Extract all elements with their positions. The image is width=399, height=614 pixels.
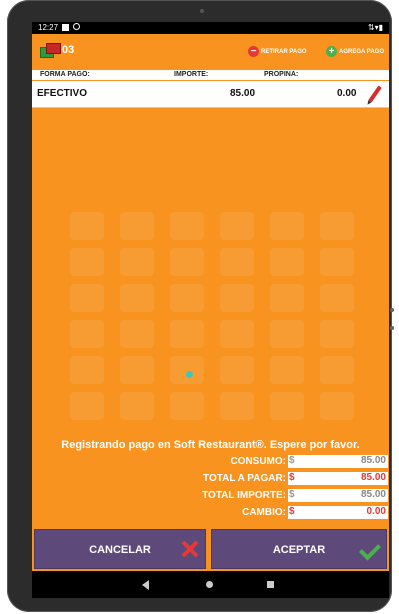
total-importe-field: $ 85.00 bbox=[288, 489, 388, 502]
battery-wifi-icon: ⇅▾▮ bbox=[367, 23, 383, 32]
remove-payment-label: RETIRAR PAGO bbox=[261, 48, 307, 55]
add-payment-button[interactable]: + AGREGA PAGO bbox=[326, 46, 384, 57]
col-method: FORMA PAGO: bbox=[40, 71, 90, 78]
payment-money-icon bbox=[40, 43, 61, 58]
touch-indicator bbox=[186, 371, 193, 378]
sync-icon bbox=[73, 23, 80, 30]
cancel-button[interactable]: CANCELAR bbox=[34, 529, 206, 569]
table-number: 03 bbox=[62, 44, 75, 56]
total-importe-label: TOTAL IMPORTE: bbox=[202, 490, 286, 501]
tablet-frame: 12:27 ⇅▾▮ 03 − RETIRAR PAGO + AGREGA PAG… bbox=[7, 0, 394, 612]
edit-pencil-icon[interactable] bbox=[368, 85, 382, 103]
total-importe-row: TOTAL IMPORTE: $ 85.00 bbox=[32, 489, 389, 502]
plus-icon: + bbox=[326, 46, 337, 57]
payment-tip: 0.00 bbox=[337, 88, 357, 99]
col-tip: PROPINA: bbox=[264, 71, 299, 78]
recents-icon[interactable] bbox=[267, 581, 274, 588]
consumo-label: CONSUMO: bbox=[230, 456, 286, 467]
total-pagar-label: TOTAL A PAGAR: bbox=[203, 473, 286, 484]
action-bar: CANCELAR ACEPTAR bbox=[32, 527, 389, 571]
accept-button[interactable]: ACEPTAR bbox=[211, 529, 387, 569]
side-sensor bbox=[390, 308, 394, 312]
minus-icon: − bbox=[248, 46, 259, 57]
check-icon bbox=[359, 538, 381, 561]
add-payment-label: AGREGA PAGO bbox=[339, 48, 385, 55]
totals-panel: CONSUMO: $ 85.00 TOTAL A PAGAR: $ 85.00 … bbox=[32, 455, 389, 525]
total-pagar-field: $ 85.00 bbox=[288, 472, 388, 485]
home-icon[interactable] bbox=[206, 581, 213, 588]
consumo-row: CONSUMO: $ 85.00 bbox=[32, 455, 389, 468]
remove-payment-button[interactable]: − RETIRAR PAGO bbox=[248, 46, 307, 57]
status-time: 12:27 bbox=[38, 23, 59, 32]
payment-method: EFECTIVO bbox=[37, 88, 88, 99]
front-camera bbox=[200, 9, 204, 13]
payment-row[interactable]: EFECTIVO 85.00 0.00 bbox=[32, 81, 389, 108]
col-amount: IMPORTE: bbox=[174, 71, 209, 78]
food-pattern-background bbox=[32, 212, 389, 426]
screen: 12:27 ⇅▾▮ 03 − RETIRAR PAGO + AGREGA PAG… bbox=[32, 22, 389, 598]
cambio-field: $ 0.00 bbox=[288, 506, 388, 519]
android-nav-bar bbox=[32, 571, 389, 598]
total-pagar-row: TOTAL A PAGAR: $ 85.00 bbox=[32, 472, 389, 485]
payment-column-headers: FORMA PAGO: IMPORTE: PROPINA: bbox=[32, 70, 389, 80]
notification-icon bbox=[62, 24, 69, 31]
payment-amount: 85.00 bbox=[230, 88, 256, 99]
close-icon bbox=[181, 540, 199, 558]
consumo-field: $ 85.00 bbox=[288, 455, 388, 468]
cancel-label: CANCELAR bbox=[89, 544, 151, 556]
payment-header: 03 − RETIRAR PAGO + AGREGA PAGO bbox=[32, 34, 389, 64]
side-sensor bbox=[390, 326, 394, 330]
status-message: Registrando pago en Soft Restaurant®. Es… bbox=[61, 439, 360, 451]
cambio-row: CAMBIO: $ 0.00 bbox=[32, 506, 389, 519]
status-bar: 12:27 ⇅▾▮ bbox=[32, 22, 389, 34]
back-icon[interactable] bbox=[142, 580, 149, 590]
cambio-label: CAMBIO: bbox=[242, 507, 286, 518]
